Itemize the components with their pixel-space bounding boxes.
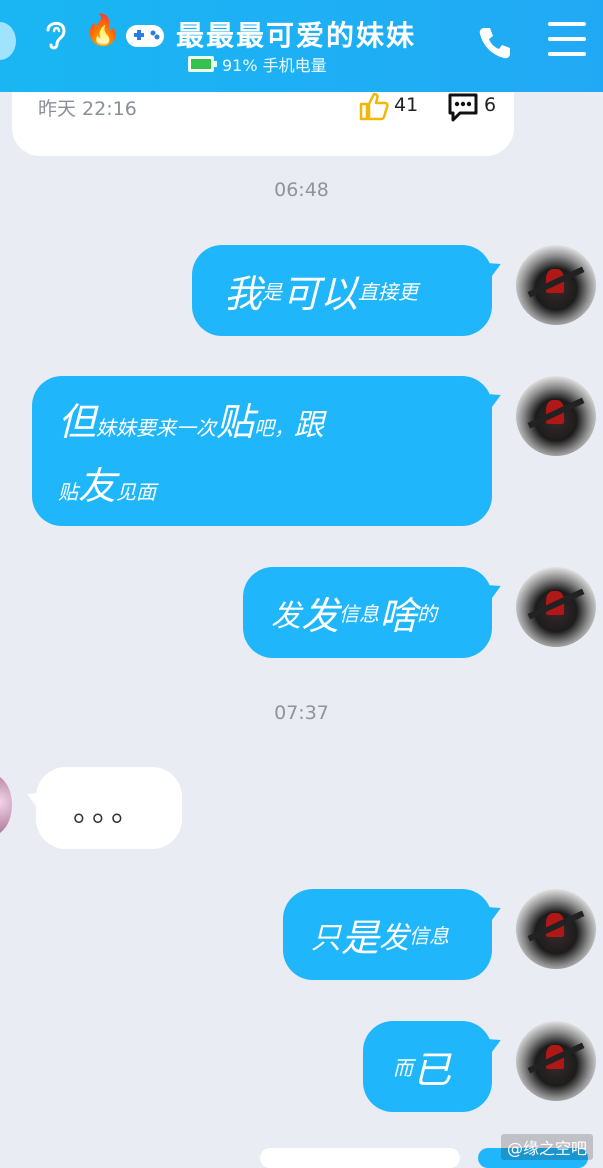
message-text: 妹妹要来一次 <box>96 416 217 440</box>
like-count: 41 <box>394 94 419 116</box>
message-text: 跟 <box>294 408 325 443</box>
message-bubble[interactable]: 我 是 可 以 直接 更 <box>192 245 492 336</box>
my-avatar[interactable] <box>516 1021 596 1101</box>
battery-text: 91% 手机电量 <box>222 56 327 75</box>
message-text: 发 <box>379 920 410 956</box>
message-text: 是 <box>262 280 283 304</box>
message-text: 信息 <box>409 924 450 948</box>
fire-icon: 🔥 <box>84 13 122 48</box>
message-text: 。。。 <box>73 794 145 829</box>
message-text: 以 <box>320 272 359 316</box>
phone-icon[interactable] <box>476 24 514 62</box>
message-text: 我 <box>224 272 263 316</box>
message-bubble[interactable]: 。。。 <box>36 767 182 849</box>
timestamp: 07:37 <box>274 702 329 724</box>
battery-icon <box>188 56 217 72</box>
back-button[interactable] <box>0 22 16 60</box>
my-avatar[interactable] <box>516 245 596 325</box>
watermark: @缘之空吧 <box>500 1134 593 1160</box>
chat-title: 最最最可爱的妹妹 <box>176 19 417 52</box>
message-text: 贴 <box>216 400 255 444</box>
message-text: 发 <box>271 598 301 634</box>
my-avatar[interactable] <box>516 889 596 969</box>
my-avatar[interactable] <box>516 376 596 456</box>
message-text: 只 <box>311 920 341 956</box>
message-text: 但 <box>58 400 97 444</box>
message-bubble[interactable]: 但妹妹要来一次贴吧，跟 贴友见面 <box>32 376 492 526</box>
gamepad-icon <box>126 25 164 47</box>
message-text: 已 <box>413 1048 452 1092</box>
message-text: 直接 <box>358 280 399 304</box>
message-bubble[interactable]: 只 是 发 信息 <box>283 889 492 980</box>
message-text: 吧， <box>254 416 295 440</box>
menu-icon[interactable] <box>548 22 586 58</box>
contact-avatar[interactable] <box>0 774 12 836</box>
ear-icon[interactable] <box>42 18 70 52</box>
thumbs-up-icon[interactable] <box>358 90 390 122</box>
message-bubble[interactable]: 发 发 信息 啥 的 <box>243 567 492 658</box>
message-bubble[interactable] <box>260 1148 460 1168</box>
message-text: 信息 <box>339 602 380 626</box>
message-text: 而 <box>393 1056 413 1080</box>
post-card[interactable]: 昨天 22:16 41 6 <box>12 92 514 156</box>
message-text: 贴 <box>58 480 78 504</box>
message-text: 发 <box>301 594 340 638</box>
message-text: 可 <box>282 272 321 316</box>
comment-icon[interactable] <box>446 91 480 123</box>
comment-count: 6 <box>484 94 497 116</box>
message-text: 友 <box>78 464 117 508</box>
chat-header: 🔥 最最最可爱的妹妹 91% 手机电量 <box>0 0 603 92</box>
message-text: 是 <box>341 916 380 960</box>
message-text: 的 <box>417 602 438 626</box>
message-text: 见面 <box>116 480 157 504</box>
message-bubble[interactable]: 而 已 <box>363 1021 492 1112</box>
timestamp: 06:48 <box>274 179 329 201</box>
battery-status: 91% 手机电量 <box>188 52 327 76</box>
message-text: 更 <box>398 280 419 304</box>
my-avatar[interactable] <box>516 567 596 647</box>
post-time: 昨天 22:16 <box>38 98 137 120</box>
message-text: 啥 <box>379 594 418 638</box>
